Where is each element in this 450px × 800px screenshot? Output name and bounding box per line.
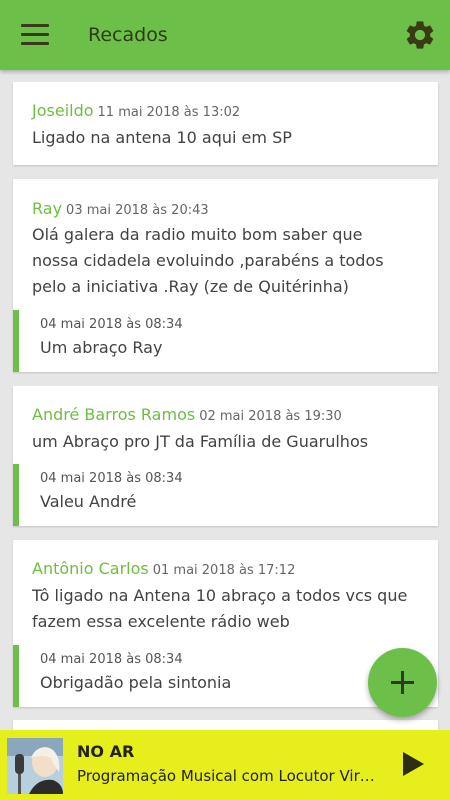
page-title: Recados <box>88 24 168 46</box>
message-card: Joseildo 11 mai 2018 às 13:02 Ligado na a… <box>13 82 438 165</box>
message-author: Joseildo <box>32 101 94 120</box>
message-text-line: fazem essa excelente rádio web <box>32 612 290 631</box>
message-date: 02 mai 2018 às 19:30 <box>199 409 342 424</box>
program-title: Programação Musical com Locutor Virtual <box>77 767 379 785</box>
messages-feed[interactable]: Joseildo 11 mai 2018 às 13:02 Ligado na a… <box>0 70 450 730</box>
message-text-line: Tô ligado na Antena 10 abraço a todos vc… <box>32 586 408 605</box>
message-text: Olá galera da radio muito bom saber que … <box>32 222 427 300</box>
player-status: NO AR <box>77 742 135 761</box>
message-text-line: pelo a iniciativa .Ray (ze de Quitérinha… <box>32 277 349 296</box>
message-text-line: nossa cidadela evoluindo ,parabéns a tod… <box>32 251 384 270</box>
message-date: 11 mai 2018 às 13:02 <box>97 105 241 120</box>
message-text: Tô ligado na Antena 10 abraço a todos vc… <box>32 583 427 635</box>
message-header: Joseildo 11 mai 2018 às 13:02 <box>32 101 240 120</box>
app-bar: Recados <box>0 0 450 70</box>
message-text: um Abraço pro JT da Família de Guarulhos <box>32 432 369 451</box>
program-thumbnail <box>7 738 63 794</box>
play-icon[interactable] <box>403 752 424 776</box>
reply-date: 04 mai 2018 às 08:34 <box>40 652 183 667</box>
reply-date: 04 mai 2018 às 08:34 <box>40 317 183 332</box>
message-text-line: Olá galera da radio muito bom saber que <box>32 225 363 244</box>
message-author: André Barros Ramos <box>32 405 196 424</box>
message-card <box>13 720 438 730</box>
message-author: Antônio Carlos <box>32 559 149 578</box>
message-header: André Barros Ramos 02 mai 2018 às 19:30 <box>32 405 342 424</box>
reply-text: Obrigadão pela sintonia <box>40 673 232 692</box>
player-bar[interactable]: NO AR Programação Musical com Locutor Vi… <box>0 730 450 800</box>
message-date: 01 mai 2018 às 17:12 <box>152 563 296 578</box>
reply-text: Valeu André <box>40 492 137 511</box>
add-message-button[interactable] <box>368 648 437 717</box>
message-header: Antônio Carlos 01 mai 2018 às 17:12 <box>32 559 295 578</box>
message-header: Ray 03 mai 2018 às 20:43 <box>32 199 209 218</box>
reply-block: 04 mai 2018 às 08:34 Valeu André <box>13 464 438 526</box>
reply-block: 04 mai 2018 às 08:34 Um abraço Ray <box>13 310 438 372</box>
reply-date: 04 mai 2018 às 08:34 <box>40 471 183 486</box>
reply-text: Um abraço Ray <box>40 338 163 357</box>
message-date: 03 mai 2018 às 20:43 <box>66 203 209 218</box>
message-card: Ray 03 mai 2018 às 20:43 Olá galera da ra… <box>13 179 438 372</box>
message-text: Ligado na antena 10 aqui em SP <box>32 128 292 147</box>
message-card: André Barros Ramos 02 mai 2018 às 19:30 u… <box>13 386 438 526</box>
hamburger-menu-icon[interactable] <box>21 24 49 46</box>
gear-icon[interactable] <box>403 18 437 52</box>
message-author: Ray <box>32 199 63 218</box>
